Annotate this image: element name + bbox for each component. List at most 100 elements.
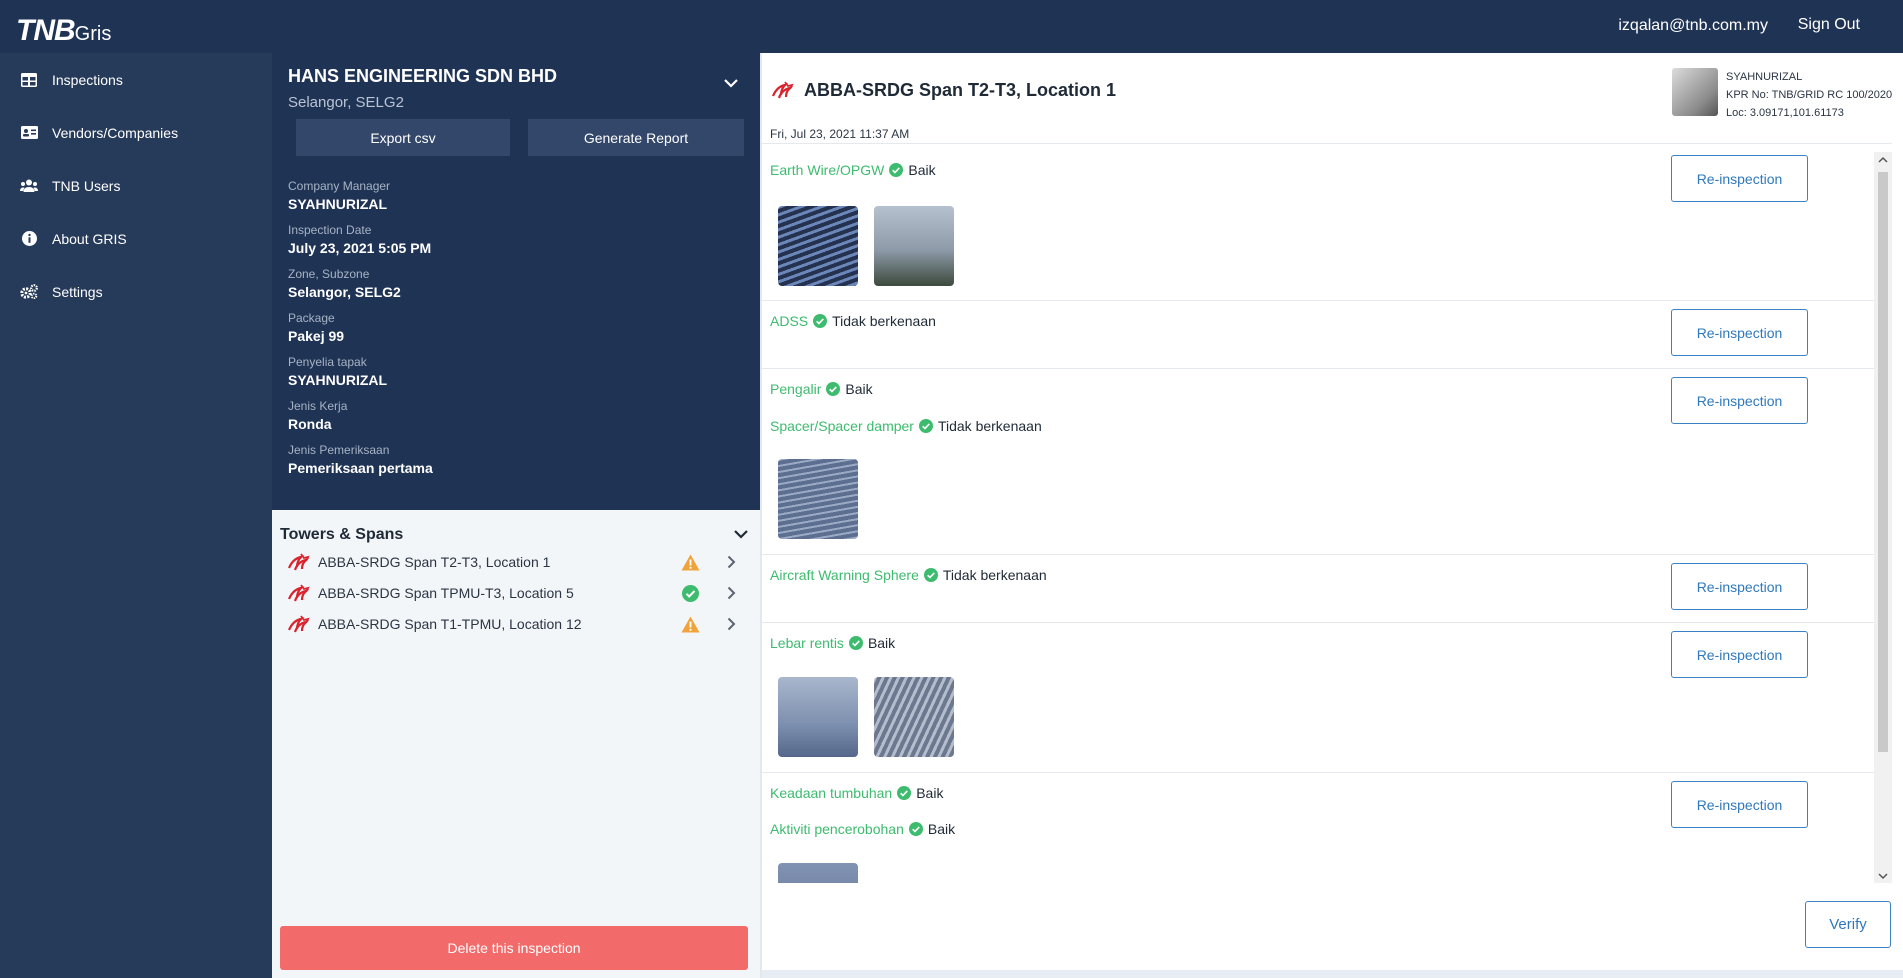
inspection-item: Earth Wire/OPGW Baik bbox=[770, 162, 936, 178]
item-status: Baik bbox=[908, 162, 936, 178]
re-inspection-button[interactable]: Re-inspection bbox=[1671, 309, 1808, 356]
item-name: Lebar rentis bbox=[770, 635, 844, 651]
item-status: Baik bbox=[927, 821, 956, 837]
re-inspection-button[interactable]: Re-inspection bbox=[1671, 377, 1808, 424]
tnb-logo-icon bbox=[771, 81, 794, 99]
field-value: Pakej 99 bbox=[288, 328, 345, 344]
item-name: Aircraft Warning Sphere bbox=[770, 567, 919, 583]
field-value: Pemeriksaan pertama bbox=[288, 460, 433, 476]
field-jenis-pemeriksaan: Jenis Pemeriksaan Pemeriksaan pertama bbox=[288, 443, 433, 478]
chevron-down-icon[interactable] bbox=[734, 526, 748, 544]
tnb-logo-icon bbox=[287, 553, 310, 571]
verify-button[interactable]: Verify bbox=[1805, 901, 1891, 948]
inspection-photo[interactable] bbox=[874, 206, 954, 286]
generate-report-button[interactable]: Generate Report bbox=[528, 119, 744, 156]
delete-inspection-button[interactable]: Delete this inspection bbox=[280, 926, 748, 970]
warning-icon bbox=[680, 552, 700, 572]
detail-date: Fri, Jul 23, 2021 11:37 AM bbox=[770, 127, 910, 141]
users-icon bbox=[20, 177, 38, 195]
inspection-item: Lebar rentis Baik bbox=[770, 635, 895, 651]
chevron-down-icon[interactable] bbox=[724, 75, 738, 93]
company-location: Selangor, SELG2 bbox=[288, 94, 404, 111]
sidebar-item-inspections[interactable]: Inspections bbox=[0, 53, 272, 106]
sidebar-item-tnb-users[interactable]: TNB Users bbox=[0, 159, 272, 212]
inspection-item: Aktiviti pencerobohan Baik bbox=[770, 821, 955, 837]
field-company-manager: Company Manager SYAHNURIZAL bbox=[288, 179, 433, 214]
logo-sub: Gris bbox=[74, 23, 112, 45]
sidebar-item-about[interactable]: About GRIS bbox=[0, 212, 272, 265]
item-name: Pengalir bbox=[770, 381, 822, 397]
sidebar-item-label: TNB Users bbox=[52, 177, 121, 194]
field-zone-subzone: Zone, Subzone Selangor, SELG2 bbox=[288, 267, 433, 302]
sidebar-item-vendors[interactable]: Vendors/Companies bbox=[0, 106, 272, 159]
check-circle-icon bbox=[826, 382, 841, 396]
inspection-section: Keadaan tumbuhan Baik Aktiviti pencerobo… bbox=[762, 773, 1892, 883]
inspection-photo[interactable] bbox=[778, 863, 858, 883]
item-name: Aktiviti pencerobohan bbox=[770, 821, 904, 837]
check-circle-icon bbox=[848, 636, 863, 650]
check-circle-icon bbox=[923, 568, 938, 582]
item-status: Baik bbox=[867, 635, 896, 651]
inspection-section: Aircraft Warning Sphere Tidak berkenaan … bbox=[762, 555, 1892, 623]
scroll-up-icon[interactable] bbox=[1878, 156, 1888, 163]
field-inspection-date: Inspection Date July 23, 2021 5:05 PM bbox=[288, 223, 433, 258]
field-package: Package Pakej 99 bbox=[288, 311, 433, 346]
field-value: Selangor, SELG2 bbox=[288, 284, 401, 300]
field-penyelia-tapak: Penyelia tapak SYAHNURIZAL bbox=[288, 355, 433, 390]
re-inspection-button[interactable]: Re-inspection bbox=[1671, 631, 1808, 678]
inspector-location: Loc: 3.09171,101.61173 bbox=[1726, 107, 1844, 119]
item-status: Tidak berkenaan bbox=[937, 418, 1042, 434]
inspection-section: Pengalir Baik Spacer/Spacer damper Tidak… bbox=[762, 369, 1892, 555]
inspector-kpr: KPR No: TNB/GRID RC 100/2020 bbox=[1726, 89, 1893, 101]
tower-list-item[interactable]: ABBA-SRDG Span T2-T3, Location 1 bbox=[286, 547, 738, 577]
item-status: Baik bbox=[916, 785, 944, 801]
field-value: SYAHNURIZAL bbox=[288, 196, 388, 212]
photo-gallery bbox=[778, 863, 874, 883]
item-name: ADSS bbox=[770, 313, 809, 329]
inspection-summary-panel: HANS ENGINEERING SDN BHD Selangor, SELG2… bbox=[272, 53, 760, 978]
user-email: izqalan@tnb.com.my bbox=[1618, 17, 1768, 34]
inspector-info: SYAHNURIZAL KPR No: TNB/GRID RC 100/2020… bbox=[1672, 68, 1892, 122]
export-csv-button[interactable]: Export csv bbox=[296, 119, 510, 156]
photo-gallery bbox=[778, 677, 970, 757]
inspector-photo[interactable] bbox=[1672, 68, 1718, 116]
inspection-items-list[interactable]: Earth Wire/OPGW Baik Re-inspection ADSS … bbox=[762, 143, 1892, 883]
inspection-item: Aircraft Warning Sphere Tidak berkenaan bbox=[770, 567, 1047, 583]
sign-out-button[interactable]: Sign Out bbox=[1798, 16, 1860, 34]
table-icon bbox=[20, 71, 38, 89]
inspection-photo[interactable] bbox=[874, 677, 954, 757]
sidebar-item-settings[interactable]: Settings bbox=[0, 265, 272, 318]
inspection-fields: Company Manager SYAHNURIZAL Inspection D… bbox=[288, 179, 433, 487]
check-circle-icon bbox=[908, 822, 923, 836]
scrollbar-thumb[interactable] bbox=[1878, 172, 1888, 752]
sidebar-item-label: Settings bbox=[52, 283, 103, 300]
re-inspection-button[interactable]: Re-inspection bbox=[1671, 155, 1808, 202]
photo-gallery bbox=[778, 206, 970, 286]
field-label: Penyelia tapak bbox=[288, 355, 367, 369]
re-inspection-button[interactable]: Re-inspection bbox=[1671, 781, 1808, 828]
scrollbar[interactable] bbox=[1874, 152, 1892, 883]
field-label: Jenis Kerja bbox=[288, 399, 348, 413]
inspector-name: SYAHNURIZAL bbox=[1726, 71, 1803, 83]
tower-list-item[interactable]: ABBA-SRDG Span TPMU-T3, Location 5 bbox=[286, 578, 738, 608]
tower-label: ABBA-SRDG Span TPMU-T3, Location 5 bbox=[318, 585, 574, 601]
inspection-photo[interactable] bbox=[778, 206, 858, 286]
field-value: SYAHNURIZAL bbox=[288, 372, 388, 388]
chevron-right-icon bbox=[724, 617, 738, 631]
item-name: Earth Wire/OPGW bbox=[770, 162, 885, 178]
app-logo[interactable]: TNBGris bbox=[16, 14, 111, 48]
gears-icon bbox=[20, 283, 38, 301]
inspection-photo[interactable] bbox=[778, 677, 858, 757]
scroll-down-icon[interactable] bbox=[1878, 873, 1888, 880]
tower-label: ABBA-SRDG Span T1-TPMU, Location 12 bbox=[318, 616, 582, 632]
inspection-photo[interactable] bbox=[778, 459, 858, 539]
re-inspection-button[interactable]: Re-inspection bbox=[1671, 563, 1808, 610]
item-status: Tidak berkenaan bbox=[832, 313, 936, 329]
check-circle-icon bbox=[813, 314, 828, 328]
tower-list-item[interactable]: ABBA-SRDG Span T1-TPMU, Location 12 bbox=[286, 609, 738, 639]
check-circle-icon bbox=[897, 786, 912, 800]
check-circle-icon bbox=[680, 583, 700, 603]
field-value: July 23, 2021 5:05 PM bbox=[288, 240, 432, 256]
id-card-icon bbox=[20, 124, 38, 142]
sidebar: Inspections Vendors/Companies TNB Users … bbox=[0, 53, 272, 978]
